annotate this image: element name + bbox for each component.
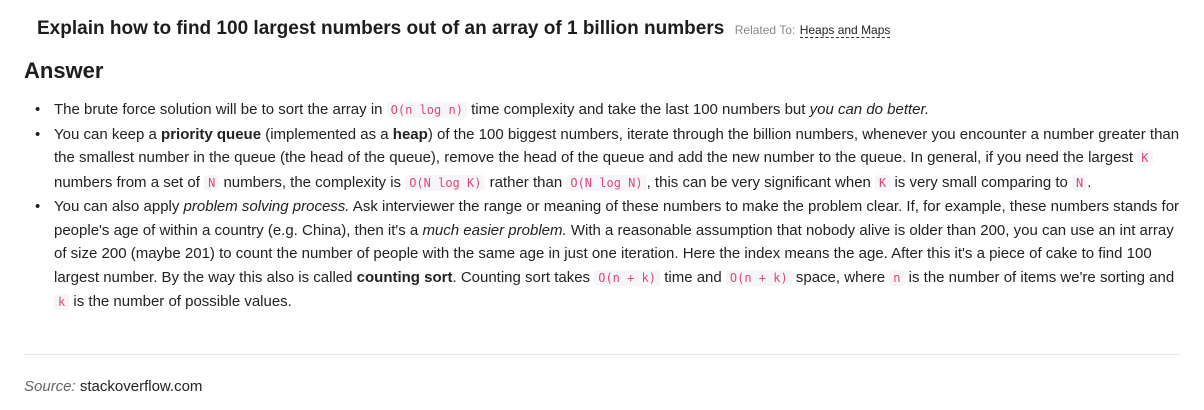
text-segment: . Counting sort takes [452,268,595,286]
bullet-icon: • [35,101,41,118]
text-segment: (implemented as a [261,125,393,143]
emphasis-text: much easier problem. [422,221,567,239]
inline-code: N [1072,174,1088,191]
related-topic-link[interactable]: Heaps and Maps [799,23,891,38]
question-title: Explain how to find 100 largest numbers … [37,18,725,39]
inline-code: O(n log n) [386,102,467,118]
text-segment: You can also apply [54,198,184,215]
text-segment: You can keep a [54,125,162,143]
bullet-icon: • [35,125,41,143]
source-line: Source: stackoverflow.com [24,378,202,395]
source-label: Source: [24,378,76,395]
inline-code: O(N log N) [566,174,647,191]
text-segment: is the number of items we're sorting and [904,268,1175,286]
source-value: stackoverflow.com [79,378,203,395]
inline-code: O(n + k) [725,269,792,286]
answer-heading: Answer [24,58,104,83]
text-segment: , this can be very significant when [646,173,876,191]
inline-code: k [54,294,70,310]
bold-term: counting sort [356,268,453,286]
inline-code: K [875,174,891,191]
inline-code: O(n + k) [594,269,661,286]
text-segment: is very small comparing to [890,173,1073,191]
text-segment: is the number of possible values. [69,293,292,310]
answer-item-priority-queue: • You can keep a priority queue (implemen… [30,123,1182,196]
answer-item-brute-force: • The brute force solution will be to sor… [30,98,1182,123]
inline-code: n [889,269,905,286]
bold-term: heap [392,125,428,143]
text-segment: numbers from a set of [54,173,205,191]
emphasis-text: problem solving process. [183,198,350,215]
inline-code: O(N log K) [405,174,486,191]
text-segment: space, where [791,268,890,286]
text-segment: rather than [485,173,567,191]
inline-code: N [204,174,220,191]
bold-term: priority queue [161,125,262,143]
text-segment: numbers, the complexity is [219,173,406,191]
bullet-icon: • [35,198,41,215]
related-to-label: Related To: [734,23,796,37]
answer-item-counting-sort: • You can also apply problem solving proc… [30,195,1182,315]
question-header: Explain how to find 100 largest numbers … [37,18,891,40]
answer-list: • The brute force solution will be to sor… [30,98,1182,315]
emphasis-text: you can do better. [809,101,930,118]
inline-code: K [1137,150,1153,166]
text-segment: time and [660,268,726,286]
text-segment: time complexity and take the last 100 nu… [466,101,810,118]
text-segment: The brute force solution will be to sort… [54,101,387,118]
section-divider [24,354,1180,355]
text-segment: . [1087,173,1092,191]
